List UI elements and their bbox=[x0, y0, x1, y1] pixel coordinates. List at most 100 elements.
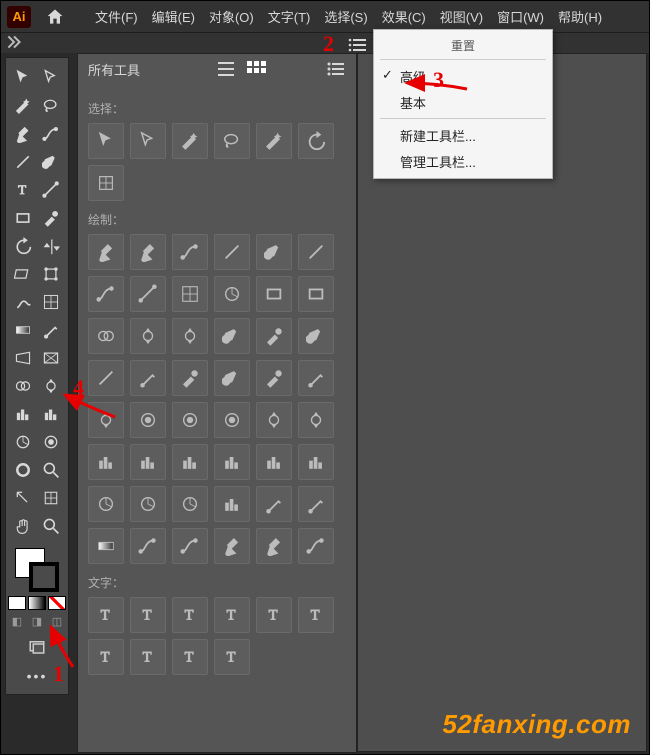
type-tool-0[interactable]: T bbox=[88, 597, 124, 633]
view-grid-icon[interactable] bbox=[246, 60, 266, 78]
tool-persp[interactable] bbox=[9, 344, 37, 372]
draw-tool-10[interactable] bbox=[256, 276, 292, 312]
tool-zoom[interactable] bbox=[37, 512, 65, 540]
type-tool-2[interactable]: T bbox=[172, 597, 208, 633]
draw-tool-4[interactable] bbox=[256, 234, 292, 270]
type-tool-6[interactable]: T bbox=[88, 639, 124, 675]
menu-item[interactable]: 文件(F) bbox=[95, 7, 138, 26]
menu-item[interactable]: 窗口(W) bbox=[497, 7, 544, 26]
tool-graph[interactable] bbox=[9, 428, 37, 456]
draw-tool-20[interactable] bbox=[172, 360, 208, 396]
color-gradient[interactable] bbox=[28, 596, 46, 610]
draw-tool-21[interactable] bbox=[214, 360, 250, 396]
tool-hand[interactable] bbox=[9, 512, 37, 540]
draw-tool-17[interactable] bbox=[298, 318, 334, 354]
draw-tool-16[interactable] bbox=[256, 318, 292, 354]
tool-brush[interactable] bbox=[37, 148, 65, 176]
draw-tool-33[interactable] bbox=[214, 444, 250, 480]
tool-blend[interactable] bbox=[9, 372, 37, 400]
tool-shb[interactable] bbox=[9, 288, 37, 316]
draw-normal-icon[interactable]: ◧ bbox=[8, 614, 26, 628]
tool-pbrush[interactable] bbox=[37, 204, 65, 232]
draw-tool-9[interactable] bbox=[214, 276, 250, 312]
type-tool-8[interactable]: T bbox=[172, 639, 208, 675]
menu-item[interactable]: 编辑(E) bbox=[152, 7, 195, 26]
draw-tool-32[interactable] bbox=[172, 444, 208, 480]
draw-tool-38[interactable] bbox=[172, 486, 208, 522]
type-tool-9[interactable]: T bbox=[214, 639, 250, 675]
draw-tool-3[interactable] bbox=[214, 234, 250, 270]
draw-tool-45[interactable] bbox=[214, 528, 250, 564]
fill-stroke-swatch[interactable] bbox=[11, 546, 63, 594]
tool-lasso[interactable] bbox=[37, 92, 65, 120]
draw-tool-14[interactable] bbox=[172, 318, 208, 354]
draw-tool-35[interactable] bbox=[298, 444, 334, 480]
draw-tool-8[interactable] bbox=[172, 276, 208, 312]
select-tool-3[interactable] bbox=[214, 123, 250, 159]
draw-tool-31[interactable] bbox=[130, 444, 166, 480]
tool-T[interactable]: T bbox=[9, 176, 37, 204]
tool-glass[interactable] bbox=[37, 456, 65, 484]
type-tool-3[interactable]: T bbox=[214, 597, 250, 633]
crop-tool-0[interactable] bbox=[88, 165, 124, 201]
home-icon[interactable] bbox=[45, 7, 65, 27]
tool-bar[interactable] bbox=[9, 400, 37, 428]
draw-tool-46[interactable] bbox=[256, 528, 292, 564]
draw-tool-25[interactable] bbox=[130, 402, 166, 438]
tool-cur2[interactable] bbox=[37, 64, 65, 92]
draw-tool-22[interactable] bbox=[256, 360, 292, 396]
draw-tool-42[interactable] bbox=[88, 528, 124, 564]
tool-art[interactable] bbox=[37, 344, 65, 372]
draw-tool-19[interactable] bbox=[130, 360, 166, 396]
tool-slice2[interactable] bbox=[37, 484, 65, 512]
draw-tool-47[interactable] bbox=[298, 528, 334, 564]
draw-tool-43[interactable] bbox=[130, 528, 166, 564]
panel-collapse-icon[interactable] bbox=[7, 35, 21, 49]
tool-drop[interactable] bbox=[37, 316, 65, 344]
type-tool-5[interactable]: T bbox=[298, 597, 334, 633]
panel-menu-icon[interactable] bbox=[326, 60, 346, 78]
menu-new-toolbar[interactable]: 新建工具栏... bbox=[374, 122, 552, 148]
menu-item[interactable]: 对象(O) bbox=[209, 7, 254, 26]
tool-cur[interactable] bbox=[9, 64, 37, 92]
draw-tool-41[interactable] bbox=[298, 486, 334, 522]
menu-item[interactable]: 选择(S) bbox=[324, 7, 367, 26]
color-solid[interactable] bbox=[8, 596, 26, 610]
menu-item[interactable]: 文字(T) bbox=[268, 7, 311, 26]
type-tool-4[interactable]: T bbox=[256, 597, 292, 633]
view-list-icon[interactable] bbox=[216, 60, 236, 78]
tool-rot[interactable] bbox=[9, 232, 37, 260]
select-tool-1[interactable] bbox=[130, 123, 166, 159]
tool-rect[interactable] bbox=[9, 204, 37, 232]
draw-tool-40[interactable] bbox=[256, 486, 292, 522]
draw-tool-2[interactable] bbox=[172, 234, 208, 270]
draw-tool-13[interactable] bbox=[130, 318, 166, 354]
type-tool-1[interactable]: T bbox=[130, 597, 166, 633]
select-tool-0[interactable] bbox=[88, 123, 124, 159]
tool-pen[interactable] bbox=[9, 120, 37, 148]
menu-manage-toolbar[interactable]: 管理工具栏... bbox=[374, 148, 552, 174]
toolbar-options-icon[interactable] bbox=[348, 37, 368, 53]
menu-item[interactable]: 效果(C) bbox=[382, 7, 426, 26]
draw-tool-27[interactable] bbox=[214, 402, 250, 438]
draw-tool-1[interactable] bbox=[130, 234, 166, 270]
draw-tool-6[interactable] bbox=[88, 276, 124, 312]
type-tool-7[interactable]: T bbox=[130, 639, 166, 675]
select-tool-2[interactable] bbox=[172, 123, 208, 159]
tool-curv[interactable] bbox=[37, 120, 65, 148]
edit-toolbar-button[interactable]: ••• bbox=[27, 668, 48, 690]
tool-grad[interactable] bbox=[9, 316, 37, 344]
stroke-swatch[interactable] bbox=[29, 562, 59, 592]
draw-tool-5[interactable] bbox=[298, 234, 334, 270]
tool-warp[interactable] bbox=[9, 260, 37, 288]
draw-tool-29[interactable] bbox=[298, 402, 334, 438]
tool-line[interactable] bbox=[9, 148, 37, 176]
menu-item[interactable]: 视图(V) bbox=[440, 7, 483, 26]
tool-seg[interactable] bbox=[37, 176, 65, 204]
draw-tool-39[interactable] bbox=[214, 486, 250, 522]
menu-item[interactable]: 帮助(H) bbox=[558, 7, 602, 26]
draw-tool-0[interactable] bbox=[88, 234, 124, 270]
draw-tool-37[interactable] bbox=[130, 486, 166, 522]
tool-mesh[interactable] bbox=[37, 288, 65, 316]
color-none[interactable] bbox=[48, 596, 66, 610]
